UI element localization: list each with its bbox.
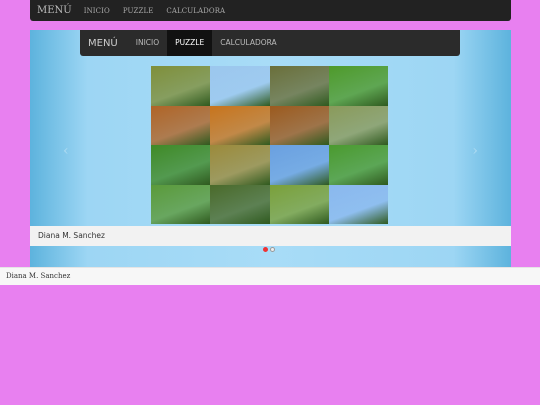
navbar-brand[interactable]: MENÚ [37, 5, 72, 16]
image-slider: MENÚ INICIO PUZZLE CALCULADORA ‹ › Diana… [30, 30, 511, 267]
puzzle-tile[interactable] [151, 105, 211, 145]
nav-link-calculadora[interactable]: CALCULADORA [166, 7, 225, 15]
slide-nav-link-inicio: INICIO [135, 38, 160, 47]
puzzle-tile[interactable] [210, 105, 270, 145]
top-navbar: MENÚ INICIO PUZZLE CALCULADORA [30, 0, 511, 21]
puzzle-image-grid [151, 66, 388, 224]
footer-text: Diana M. Sanchez [6, 272, 71, 280]
page-footer: Diana M. Sanchez [0, 267, 540, 285]
puzzle-tile[interactable] [328, 145, 388, 185]
puzzle-tile[interactable] [151, 184, 211, 224]
puzzle-tile[interactable] [328, 105, 388, 145]
puzzle-tile[interactable] [151, 66, 211, 106]
puzzle-tile[interactable] [269, 184, 329, 224]
slider-dot-active[interactable] [263, 247, 268, 252]
slider-next-arrow-icon[interactable]: › [472, 143, 478, 159]
slide-caption-bar: Diana M. Sanchez [30, 226, 511, 246]
slide-navbar-brand: MENÚ [88, 37, 118, 49]
puzzle-tile[interactable] [269, 145, 329, 185]
slider-dot[interactable] [270, 247, 275, 252]
slide-nav-link-calculadora: CALCULADORA [220, 38, 277, 47]
nav-link-inicio[interactable]: INICIO [84, 7, 110, 15]
puzzle-tile[interactable] [269, 105, 329, 145]
puzzle-tile[interactable] [210, 145, 270, 185]
puzzle-tile[interactable] [210, 184, 270, 224]
slider-prev-arrow-icon[interactable]: ‹ [63, 143, 69, 159]
slider-indicators [263, 247, 275, 252]
slide-nav-link-puzzle: PUZZLE [167, 30, 213, 56]
nav-link-puzzle[interactable]: PUZZLE [123, 7, 154, 15]
puzzle-tile[interactable] [328, 66, 388, 106]
slide-screenshot-navbar: MENÚ INICIO PUZZLE CALCULADORA [80, 30, 460, 56]
puzzle-tile[interactable] [269, 66, 329, 106]
puzzle-tile[interactable] [328, 184, 388, 224]
puzzle-tile[interactable] [151, 145, 211, 185]
puzzle-tile[interactable] [210, 66, 270, 106]
slide-caption: Diana M. Sanchez [38, 231, 105, 240]
